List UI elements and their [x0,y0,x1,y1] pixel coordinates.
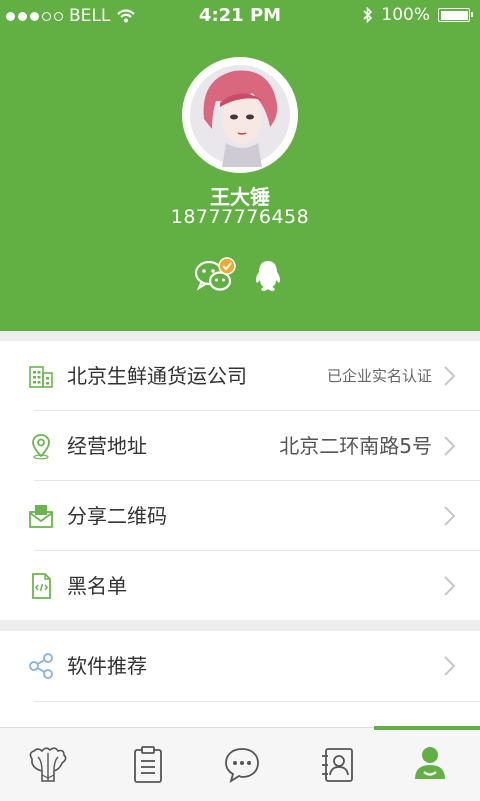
chevron-right-icon [444,576,456,596]
verified-badge: 已企业实名认证 [326,367,432,385]
chevron-right-icon [444,656,456,676]
company-row[interactable]: 北京生鲜通货运公司 已企业实名认证 [0,341,480,411]
company-label: 北京生鲜通货运公司 [67,364,247,388]
clipboard-icon [134,746,162,783]
location-pin-icon [32,434,50,460]
tab-contacts[interactable] [288,728,384,801]
battery-percent: 100% [381,5,430,25]
blacklist-label: 黑名单 [67,574,127,598]
blacklist-row[interactable]: 黑名单 [0,551,480,621]
address-row[interactable]: 经营地址 北京二环南路5号 [0,411,480,481]
contacts-icon [322,748,353,782]
tab-messages[interactable] [192,728,288,801]
tab-bar [0,726,480,801]
recommend-row[interactable]: 软件推荐 [0,631,480,701]
building-icon [29,366,53,388]
profile-icon [415,747,445,779]
status-bar: BELL 4:21 PM 100% [0,0,480,32]
recommend-label: 软件推荐 [67,654,147,678]
chevron-right-icon [444,436,456,456]
qrcode-label: 分享二维码 [67,504,167,528]
qrcode-row[interactable]: 分享二维码 [0,481,480,551]
avatar[interactable] [182,57,298,173]
cabbage-icon [29,747,67,782]
profile-header: BELL 4:21 PM 100% 王大锤 18777776458 [0,0,480,331]
chat-icon [225,748,259,784]
battery-icon [438,8,473,22]
envelope-share-icon [29,505,53,528]
chevron-right-icon [444,366,456,386]
user-phone: 18777776458 [170,206,310,228]
chevron-right-icon [444,506,456,526]
qq-icon[interactable] [252,259,284,293]
more-section: 软件推荐 [0,631,480,727]
address-value: 北京二环南路5号 [279,434,432,458]
share-nodes-icon [29,653,53,679]
document-code-icon [32,573,51,599]
wechat-icon[interactable] [194,256,236,296]
tab-profile[interactable] [384,728,480,801]
account-section: 北京生鲜通货运公司 已企业实名认证 经营地址 北京二环南路5号 分享二维码 黑名… [0,341,480,620]
bluetooth-icon [363,6,373,23]
tab-market[interactable] [0,728,96,801]
tab-orders[interactable] [96,728,192,801]
address-label: 经营地址 [67,434,147,458]
row-divider [34,701,480,702]
